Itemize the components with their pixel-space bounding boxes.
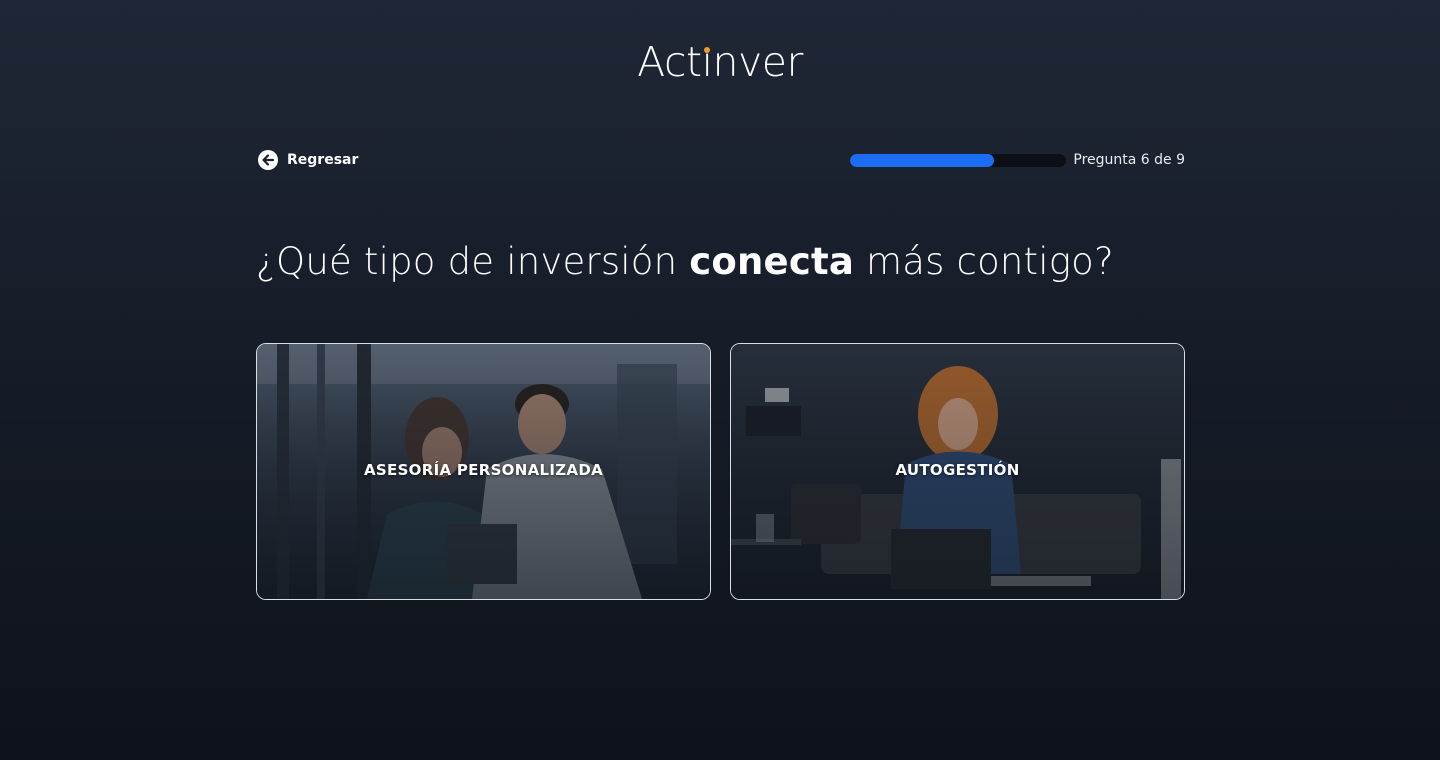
option-card-asesoria[interactable]: ASESORÍA PERSONALIZADA: [256, 343, 711, 600]
question-toolbar: Regresar Pregunta 6 de 9: [256, 148, 1185, 172]
progress-fill: [850, 153, 995, 167]
progress-label: Pregunta 6 de 9: [1073, 152, 1185, 168]
question-emphasis: conecta: [689, 240, 855, 283]
actinver-logo: Actı nver: [637, 38, 803, 86]
progress-indicator: Pregunta 6 de 9: [850, 148, 1185, 172]
question-title: ¿Qué tipo de inversión conecta más conti…: [256, 240, 1114, 283]
option-card-autogestion[interactable]: AUTOGESTIÓN: [730, 343, 1185, 600]
back-button[interactable]: Regresar: [258, 148, 358, 172]
arrow-left-icon: [258, 150, 278, 170]
progress-bar: [850, 153, 1067, 167]
back-label: Regresar: [287, 152, 359, 168]
option-label: ASESORÍA PERSONALIZADA: [364, 461, 603, 479]
logo-accent-dot: [704, 47, 711, 53]
option-label: AUTOGESTIÓN: [895, 461, 1020, 479]
